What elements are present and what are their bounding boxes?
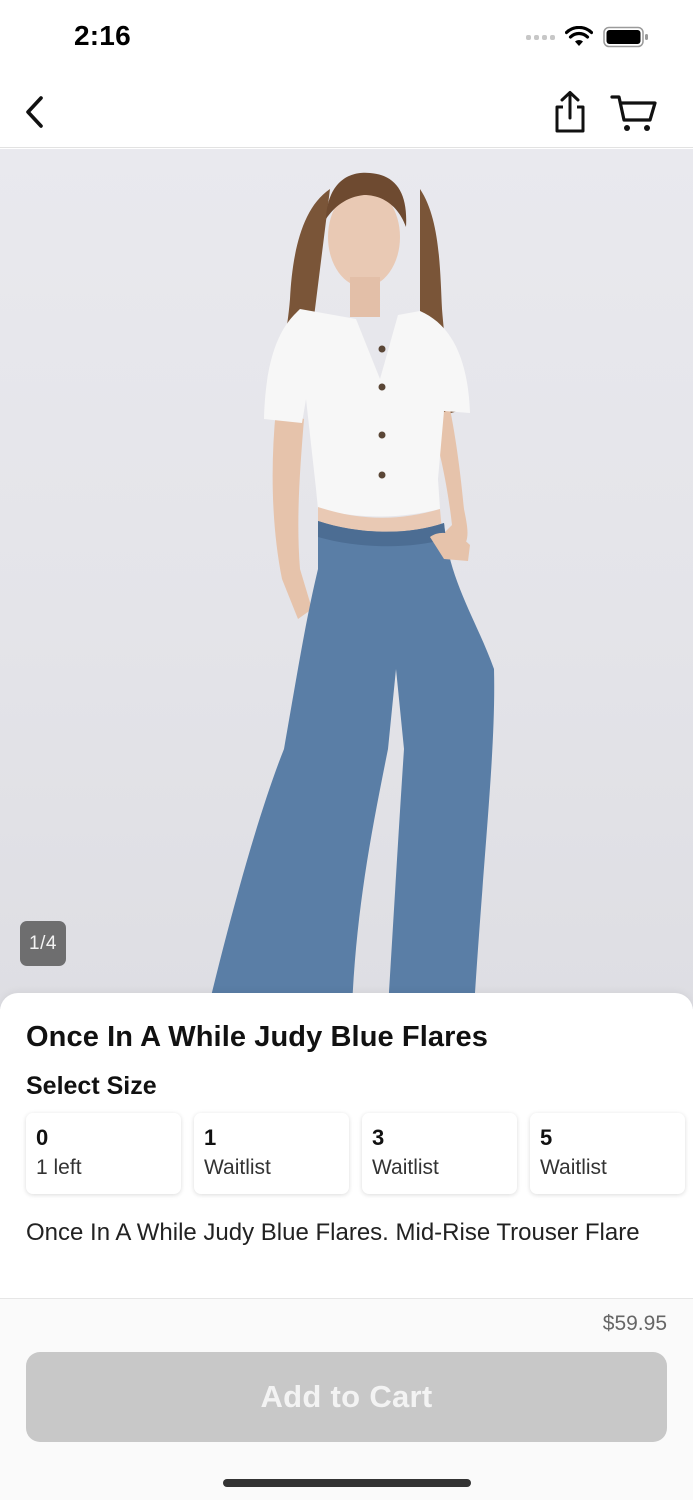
product-info-sheet: Once In A While Judy Blue Flares Select … <box>0 993 693 1300</box>
size-availability: Waitlist <box>204 1156 271 1179</box>
size-options: 0 1 left 1 Waitlist 3 Waitlist 5 Waitlis… <box>26 1113 685 1194</box>
size-value: 3 <box>372 1125 385 1150</box>
battery-icon <box>603 26 648 48</box>
cellular-signal-icon <box>526 34 555 40</box>
product-image-gallery[interactable]: 1/4 <box>0 149 693 1009</box>
size-availability: Waitlist <box>372 1156 439 1179</box>
size-value: 0 <box>36 1125 49 1150</box>
size-option-3[interactable]: 3 Waitlist <box>362 1113 517 1194</box>
product-photo <box>208 172 495 1009</box>
checkout-bar: $59.95 Add to Cart <box>0 1298 693 1500</box>
size-value: 5 <box>540 1125 553 1150</box>
size-availability: 1 left <box>36 1156 82 1179</box>
size-option-1[interactable]: 1 Waitlist <box>194 1113 349 1194</box>
cart-icon <box>610 95 657 131</box>
add-to-cart-button[interactable]: Add to Cart <box>26 1352 667 1442</box>
product-title: Once In A While Judy Blue Flares <box>26 1021 488 1053</box>
home-indicator[interactable] <box>223 1479 471 1487</box>
size-value: 1 <box>204 1125 217 1150</box>
back-button[interactable] <box>14 90 54 134</box>
status-time: 2:16 <box>74 20 131 51</box>
cart-button[interactable] <box>608 90 660 136</box>
size-option-0[interactable]: 0 1 left <box>26 1113 181 1194</box>
status-bar: 2:16 <box>0 0 693 76</box>
wifi-icon <box>565 26 593 46</box>
status-icons <box>526 26 649 48</box>
select-size-heading: Select Size <box>26 1072 157 1100</box>
share-icon <box>555 91 585 133</box>
size-availability: Waitlist <box>540 1156 607 1179</box>
share-button[interactable] <box>548 88 592 136</box>
product-price: $59.95 <box>602 1312 667 1335</box>
image-counter-badge: 1/4 <box>20 921 66 966</box>
back-chevron-icon <box>26 96 43 128</box>
size-option-5[interactable]: 5 Waitlist <box>530 1113 685 1194</box>
navigation-bar <box>0 76 693 148</box>
product-description: Once In A While Judy Blue Flares. Mid-Ri… <box>26 1219 640 1246</box>
